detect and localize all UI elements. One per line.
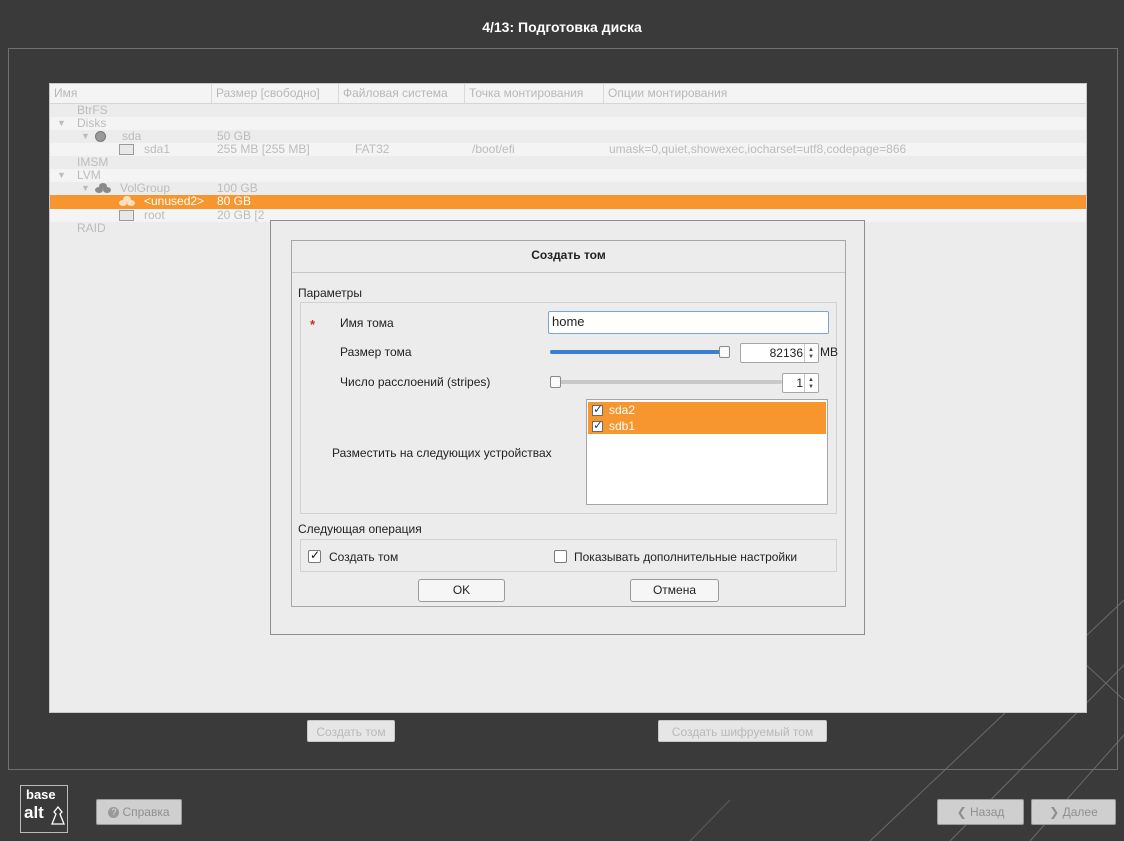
devices-label: Разместить на следующих устройствах xyxy=(332,446,552,460)
device-item-sda2[interactable]: ✓ sda2 xyxy=(588,402,826,418)
next-button[interactable]: ❯ Далее xyxy=(1031,799,1116,825)
next-operation-label: Следующая операция xyxy=(298,522,422,536)
volume-size-unit: MB xyxy=(820,345,838,359)
volume-name-input[interactable]: home xyxy=(548,311,829,334)
volume-size-label: Размер тома xyxy=(340,345,412,359)
row-name: <unused2> xyxy=(144,194,205,208)
dialog-title: Создать том xyxy=(531,248,606,262)
dialog-separator xyxy=(292,272,845,273)
devices-list[interactable]: ✓ sda2 ✓ sdb1 xyxy=(586,399,828,505)
stripes-label: Число расслоений (stripes) xyxy=(340,375,491,389)
tree-row-sda[interactable]: ▼ sda 50 GB xyxy=(50,130,1086,143)
stripes-slider-handle[interactable] xyxy=(550,376,561,388)
basealt-logo: base alt xyxy=(20,785,68,833)
device-checkbox[interactable]: ✓ xyxy=(592,402,604,416)
device-item-sdb1[interactable]: ✓ sdb1 xyxy=(588,418,826,434)
help-button[interactable]: ? Справка xyxy=(96,799,182,825)
tree-row-disks[interactable]: ▼ Disks xyxy=(50,117,1086,130)
expand-arrow-icon[interactable]: ▼ xyxy=(57,117,66,130)
partition-icon xyxy=(119,144,134,155)
logo-figure-icon xyxy=(51,806,65,825)
spin-arrows-icon[interactable]: ▲ ▼ xyxy=(804,344,818,362)
tree-row-btrfs[interactable]: BtrFS xyxy=(50,104,1086,117)
spin-arrows-icon[interactable]: ▲ ▼ xyxy=(804,374,818,392)
expand-arrow-icon[interactable]: ▼ xyxy=(81,130,90,143)
volume-size-slider-fill xyxy=(550,350,730,354)
row-size: 80 GB xyxy=(217,194,252,208)
logo-text-base: base xyxy=(26,787,56,802)
chevron-left-icon: ❮ xyxy=(956,805,970,819)
check-icon: ✓ xyxy=(593,418,604,432)
row-filesystem: FAT32 xyxy=(355,142,390,156)
back-button[interactable]: ❮ Назад xyxy=(937,799,1024,825)
expand-arrow-icon[interactable]: ▼ xyxy=(57,169,66,182)
column-header-mount-options[interactable]: Опции монтирования xyxy=(604,84,1088,103)
chevron-right-icon: ❯ xyxy=(1049,805,1063,819)
row-mountpoint: /boot/efi xyxy=(472,142,515,156)
create-volume-button[interactable]: Создать том xyxy=(307,720,395,742)
create-volume-dialog: Создать том Параметры * Имя тома home Ра… xyxy=(291,240,846,607)
check-icon: ✓ xyxy=(310,548,321,562)
volume-size-value: 82136 xyxy=(769,346,803,360)
window-title: 4/13: Подготовка диска xyxy=(482,19,642,35)
create-encrypted-volume-button[interactable]: Создать шифруемый том xyxy=(658,720,827,742)
tree-header: Имя Размер [свободно] Файловая система Т… xyxy=(50,84,1086,104)
back-button-label: Назад xyxy=(970,805,1005,819)
disk-icon xyxy=(95,131,106,142)
create-volume-checkbox-label[interactable]: Создать том xyxy=(329,550,398,564)
show-advanced-checkbox[interactable] xyxy=(554,550,567,563)
ok-button[interactable]: OK xyxy=(418,579,505,602)
row-mount-options: umask=0,quiet,showexec,iocharset=utf8,co… xyxy=(609,142,907,156)
volume-size-slider-handle[interactable] xyxy=(719,346,730,358)
help-button-label: Справка xyxy=(122,805,170,819)
check-icon: ✓ xyxy=(593,402,604,416)
show-advanced-checkbox-label[interactable]: Показывать дополнительные настройки xyxy=(574,550,797,564)
volume-name-label: Имя тома xyxy=(340,316,394,330)
volume-size-spinbox[interactable]: 82136 ▲ ▼ xyxy=(740,343,819,363)
stripes-slider[interactable] xyxy=(550,380,782,384)
device-name: sda2 xyxy=(609,403,636,417)
column-header-mountpoint[interactable]: Точка монтирования xyxy=(465,84,604,103)
column-header-name[interactable]: Имя xyxy=(50,84,212,103)
volume-icon xyxy=(119,196,135,207)
tree-row-volgroup[interactable]: ▼ VolGroup 100 GB xyxy=(50,182,1086,195)
volume-group-icon xyxy=(95,183,111,194)
device-name: sdb1 xyxy=(609,419,636,433)
row-size: 20 GB [2 xyxy=(217,208,265,222)
tree-row-imsm[interactable]: IMSM xyxy=(50,156,1086,169)
stripes-spinbox[interactable]: 1 ▲ ▼ xyxy=(782,373,819,393)
cancel-button[interactable]: Отмена xyxy=(630,579,719,602)
column-header-size[interactable]: Размер [свободно] xyxy=(212,84,339,103)
partition-icon xyxy=(119,210,134,221)
row-name: sda1 xyxy=(144,142,171,156)
row-name: LVM xyxy=(77,168,101,182)
required-marker: * xyxy=(310,317,316,332)
window-title-bar: 4/13: Подготовка диска xyxy=(0,0,1124,50)
row-name: sda xyxy=(122,129,142,143)
stripes-value: 1 xyxy=(796,376,803,390)
device-checkbox[interactable]: ✓ xyxy=(592,418,604,432)
tree-row-unused2[interactable]: <unused2> 80 GB xyxy=(50,195,1086,209)
params-section-label: Параметры xyxy=(298,286,362,300)
row-name: RAID xyxy=(77,221,106,235)
column-header-filesystem[interactable]: Файловая система xyxy=(339,84,465,103)
row-name: root xyxy=(144,208,165,222)
tree-row-sda1[interactable]: sda1 255 MB [255 MB] FAT32 /boot/efi uma… xyxy=(50,143,1086,156)
expand-arrow-icon[interactable]: ▼ xyxy=(81,182,90,195)
volume-size-slider[interactable] xyxy=(550,350,730,354)
row-size: 255 MB [255 MB] xyxy=(217,142,310,156)
tree-row-lvm[interactable]: ▼ LVM xyxy=(50,169,1086,182)
next-button-label: Далее xyxy=(1062,805,1098,819)
create-volume-checkbox[interactable]: ✓ xyxy=(308,548,321,563)
help-icon: ? xyxy=(108,807,120,819)
row-name: Disks xyxy=(77,116,107,130)
logo-text-alt: alt xyxy=(24,803,44,822)
